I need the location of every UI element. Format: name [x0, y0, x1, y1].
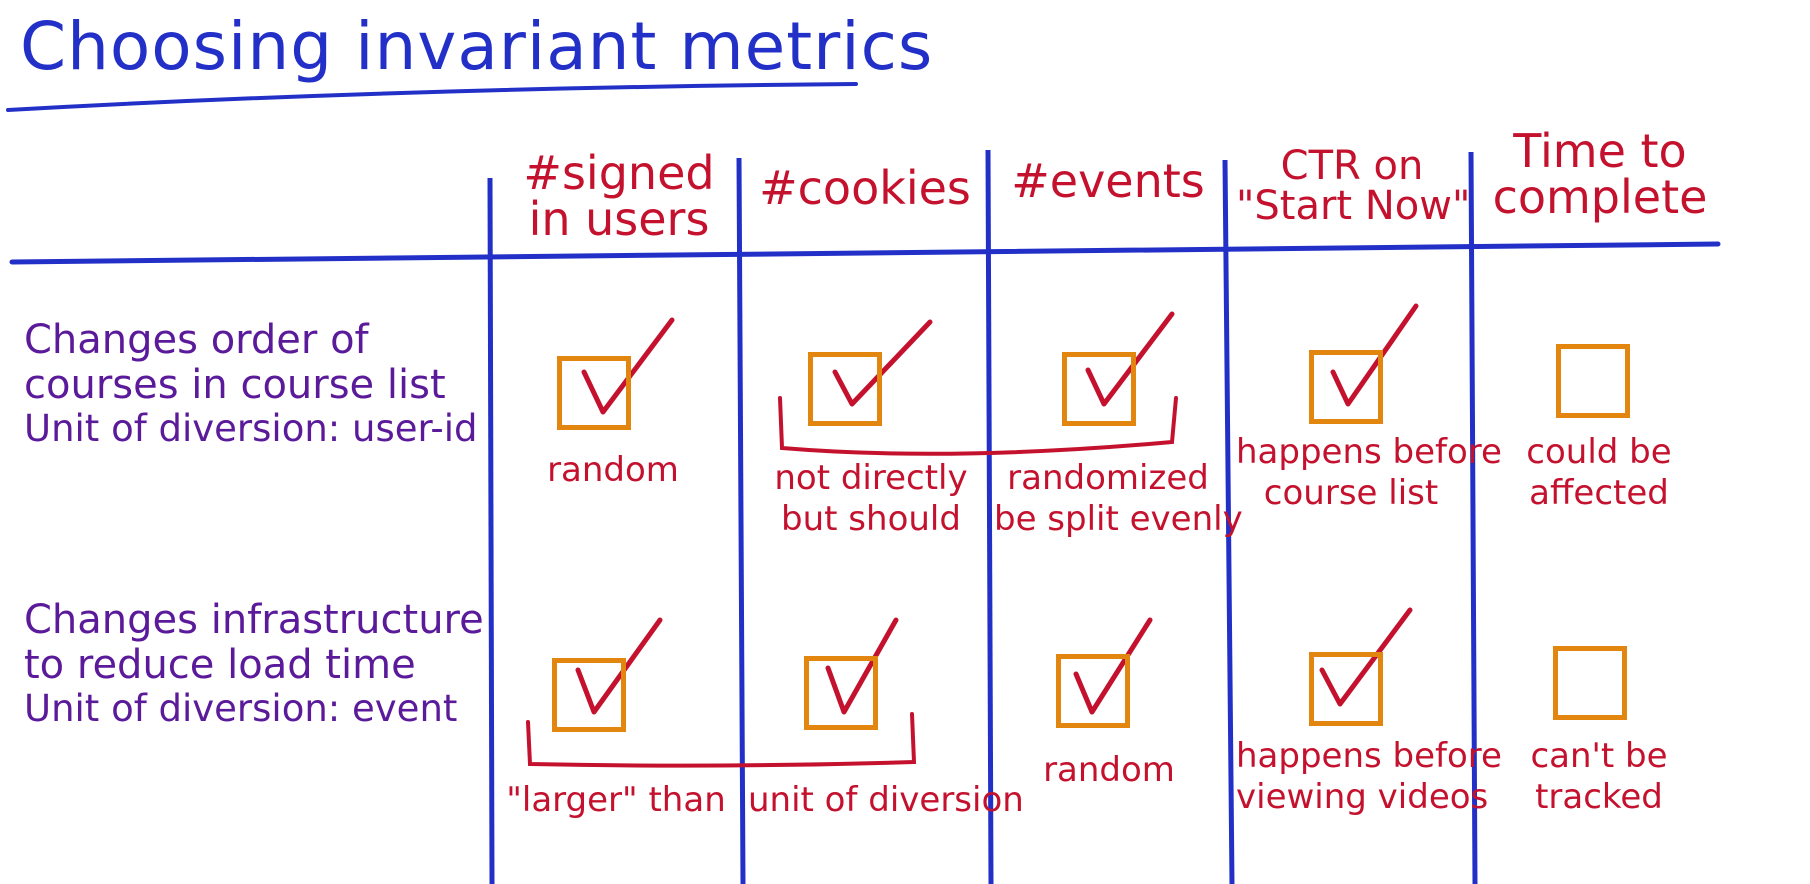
column-header-signed-in-users: #signed in users	[505, 150, 733, 242]
row-label-line: Changes infrastructure	[24, 597, 484, 643]
note-line: can't be	[1530, 736, 1668, 776]
column-header-line: "Start Now"	[1236, 183, 1471, 229]
checkbox-checked	[1062, 352, 1136, 426]
note-line: happens before	[1236, 432, 1502, 472]
row-label-line: Changes order of	[24, 317, 369, 363]
column-header-time-to-complete: Time to complete	[1480, 128, 1720, 220]
whiteboard: Choosing invariant metrics #signed in us…	[0, 0, 1810, 884]
row-label-infrastructure: Changes infrastructure to reduce load ti…	[24, 598, 484, 729]
cell-note: not directly but should	[760, 458, 982, 540]
note-line: "larger" than	[506, 780, 726, 820]
cell-note: happens before viewing videos	[1236, 736, 1502, 818]
unit-of-diversion: Unit of diversion: event	[24, 686, 458, 730]
note-line: random	[1043, 750, 1175, 790]
column-header-line: #cookies	[759, 161, 971, 215]
header-rule	[9, 241, 1721, 265]
column-header-line: CTR on	[1280, 143, 1424, 189]
checkbox-unchecked	[1553, 646, 1627, 720]
cell-note: can't be tracked	[1482, 736, 1716, 818]
checkbox-checked	[804, 656, 878, 730]
row-label-line: to reduce load time	[24, 641, 416, 688]
cell-note: random	[996, 750, 1222, 791]
title-underline	[6, 82, 858, 112]
checkbox-checked	[557, 356, 631, 430]
column-header-cookies: #cookies	[748, 165, 982, 211]
cell-note: happens before course list	[1236, 432, 1502, 514]
row-label-line: courses in course list	[24, 361, 446, 408]
column-header-ctr-start-now: CTR on "Start Now"	[1236, 143, 1471, 229]
column-header-line: complete	[1492, 170, 1708, 224]
checkbox-checked	[1309, 652, 1383, 726]
checkbox-unchecked	[1556, 344, 1630, 418]
column-header-line: #events	[1011, 154, 1205, 208]
note-line: could be	[1526, 432, 1672, 472]
note-line: unit of diversion	[748, 780, 1024, 820]
note-line: randomized	[1007, 458, 1209, 498]
cell-note: unit of diversion	[748, 780, 1024, 821]
checkbox-checked	[1056, 654, 1130, 728]
cell-note: randomized be split evenly	[994, 458, 1243, 540]
note-line: random	[547, 450, 679, 490]
checkbox-checked	[808, 352, 882, 426]
column-header-events: #events	[996, 158, 1220, 204]
column-header-line: #signed	[523, 146, 715, 200]
cell-note: could be affected	[1482, 432, 1716, 514]
cell-note: random	[510, 450, 716, 491]
note-line: tracked	[1535, 776, 1663, 817]
note-line: happens before	[1236, 736, 1502, 776]
note-line: not directly	[774, 458, 968, 498]
column-divider-3	[985, 149, 994, 884]
note-line: be split evenly	[994, 498, 1243, 539]
row-label-course-order: Changes order of courses in course list …	[24, 318, 477, 449]
column-divider-1	[487, 177, 495, 884]
checkbox-checked	[1309, 350, 1383, 424]
note-line: affected	[1529, 472, 1669, 513]
column-divider-2	[736, 157, 746, 884]
note-line: but should	[781, 498, 961, 539]
unit-of-diversion: Unit of diversion: user-id	[24, 406, 478, 450]
checkbox-checked	[552, 658, 626, 732]
note-line: viewing videos	[1236, 776, 1489, 817]
column-header-line: in users	[528, 192, 710, 246]
column-header-line: Time to	[1513, 124, 1687, 178]
cell-note: "larger" than	[498, 780, 734, 821]
note-line: course list	[1263, 472, 1439, 513]
